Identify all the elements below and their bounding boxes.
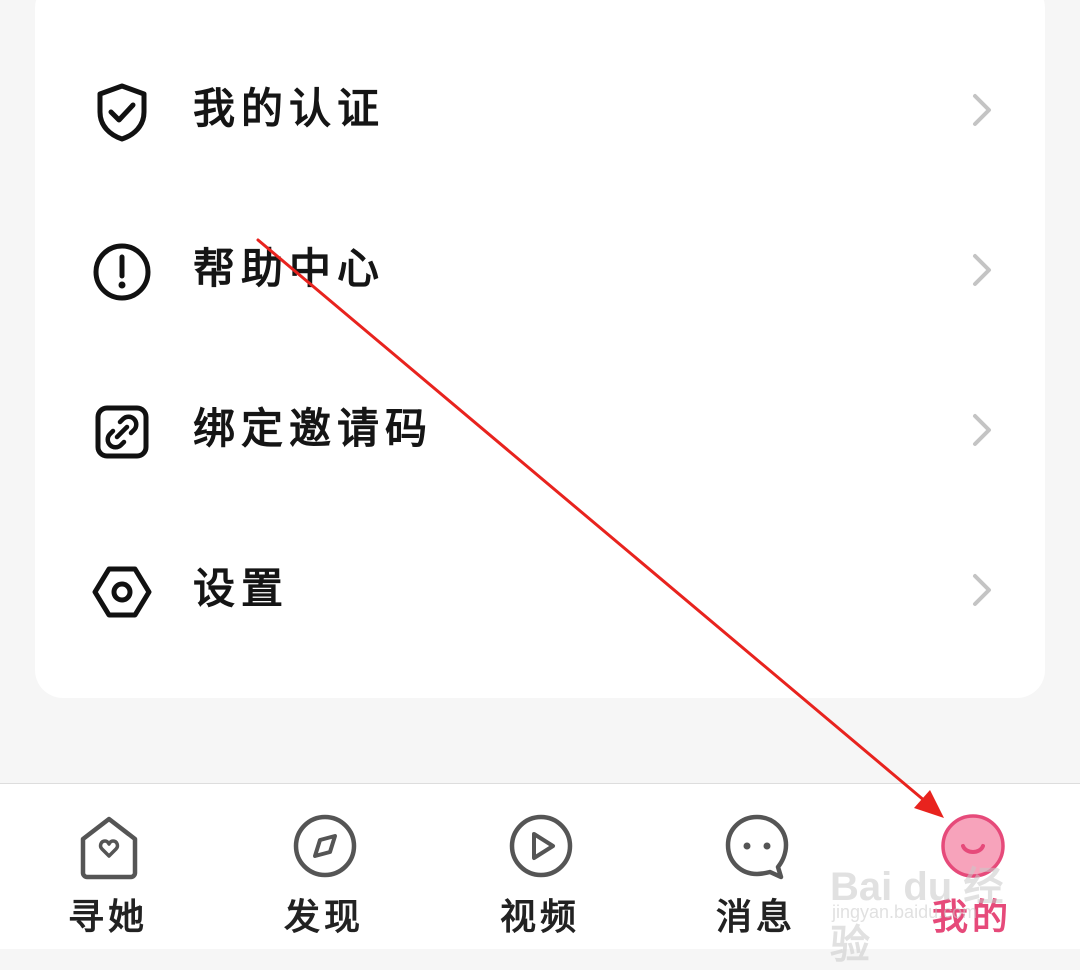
- tab-label: 消息: [715, 896, 796, 938]
- tab-label: 我的: [931, 896, 1012, 938]
- tab-messages[interactable]: 消息: [648, 784, 864, 949]
- tab-me[interactable]: 我的: [864, 784, 1080, 949]
- compass-icon: [293, 814, 357, 878]
- bottom-tab-bar: 寻她 发现 视频 消息 我的: [0, 783, 1080, 949]
- tab-find-her[interactable]: 寻她: [0, 784, 216, 949]
- exclamation-circle-icon: [93, 243, 151, 301]
- menu-item-help-center[interactable]: 帮助中心: [35, 215, 1045, 325]
- menu-item-label: 帮助中心: [193, 244, 386, 293]
- shield-check-icon: [97, 83, 147, 142]
- menu-item-settings[interactable]: 设置: [35, 535, 1045, 645]
- tab-label: 视频: [499, 896, 580, 938]
- chevron-right-icon: [973, 94, 991, 126]
- menu-item-bind-invite-code[interactable]: 绑定邀请码: [35, 375, 1045, 485]
- menu-item-label: 我的认证: [193, 84, 386, 133]
- chevron-right-icon: [973, 254, 991, 286]
- menu-item-certification[interactable]: 我的认证: [35, 55, 1045, 165]
- tab-video[interactable]: 视频: [432, 784, 648, 949]
- tab-discover[interactable]: 发现: [216, 784, 432, 949]
- house-heart-icon: [80, 816, 138, 880]
- chat-bubble-icon: [725, 814, 789, 880]
- menu-item-label: 绑定邀请码: [193, 404, 434, 453]
- chevron-right-icon: [973, 414, 991, 446]
- settings-hexagon-icon: [92, 566, 152, 618]
- menu-item-label: 设置: [193, 564, 290, 613]
- chevron-right-icon: [973, 574, 991, 606]
- link-icon: [95, 405, 149, 459]
- play-circle-icon: [509, 814, 573, 878]
- tab-label: 寻她: [67, 896, 148, 938]
- smile-face-icon: [941, 814, 1005, 878]
- tab-label: 发现: [283, 896, 364, 938]
